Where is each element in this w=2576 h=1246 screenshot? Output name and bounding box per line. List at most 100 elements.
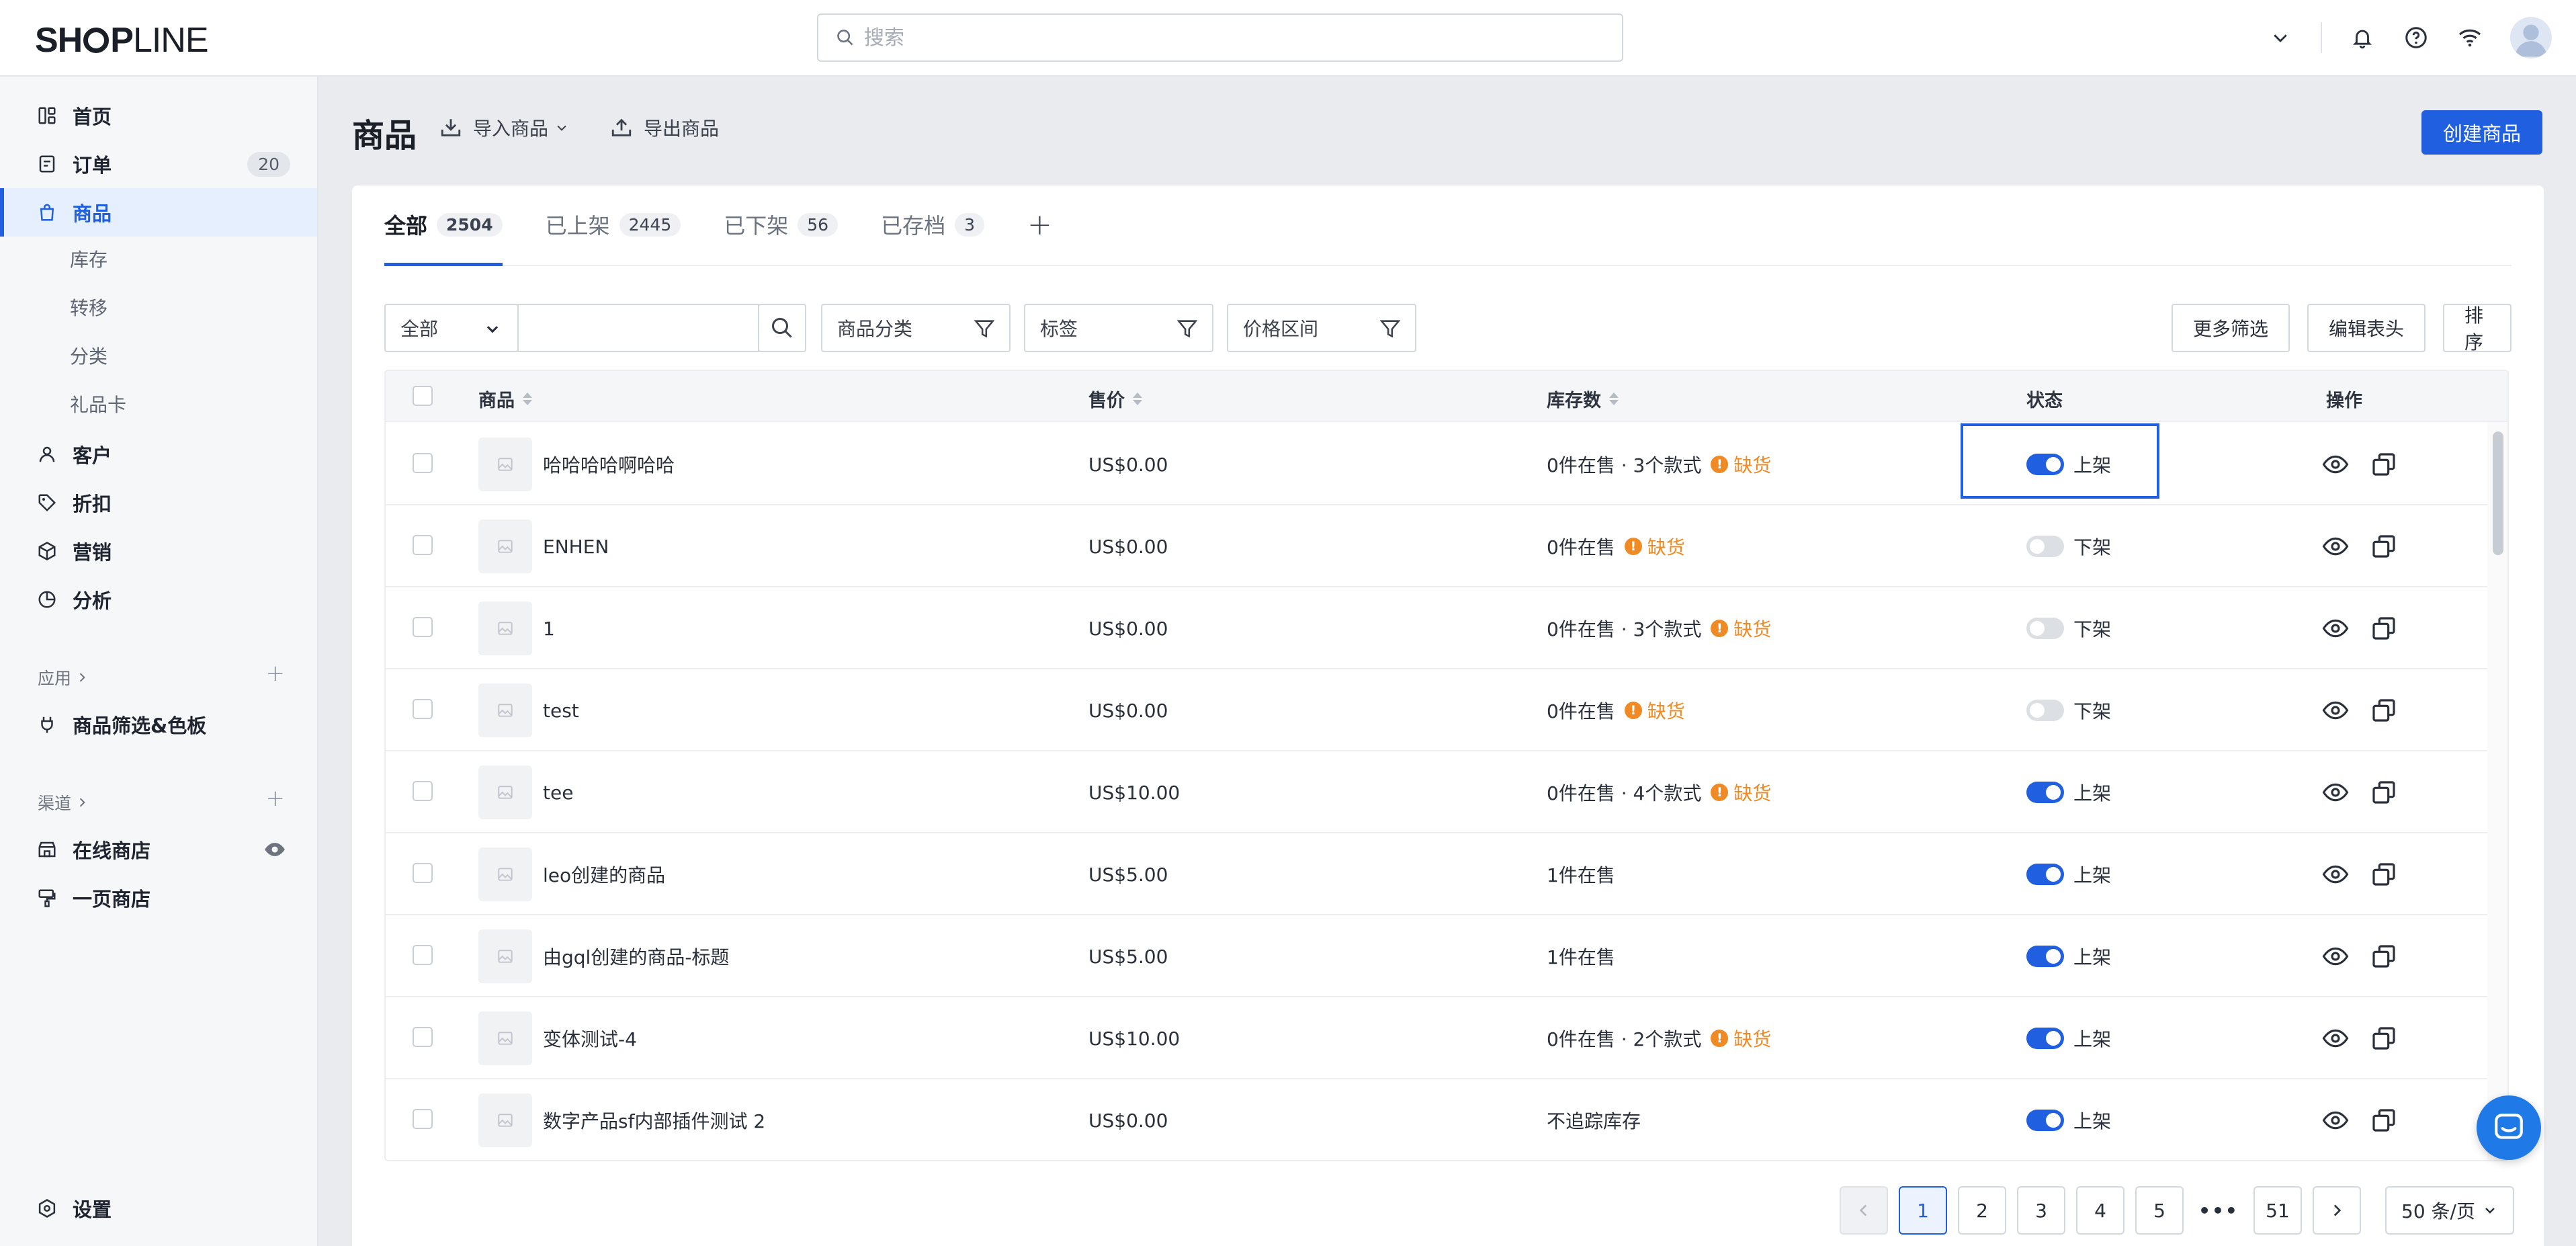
product-cell[interactable]: 哈哈哈哈啊哈哈	[478, 423, 675, 505]
duplicate-copy-icon[interactable]	[2370, 669, 2397, 751]
tab-unpublished[interactable]: 已下架 56	[724, 184, 839, 265]
preview-eye-icon[interactable]	[2322, 915, 2349, 997]
preview-eye-icon[interactable]	[2322, 833, 2349, 915]
price-range-filter[interactable]: 价格区间	[1227, 304, 1416, 352]
column-stock[interactable]: 库存数	[1547, 386, 1619, 412]
add-channel-plus-icon[interactable]: +	[266, 785, 286, 812]
product-cell[interactable]: 由gql创建的商品-标题	[478, 915, 729, 997]
search-input[interactable]	[864, 26, 1603, 50]
preview-eye-icon[interactable]	[2322, 423, 2349, 505]
page-2[interactable]: 2	[1958, 1186, 2006, 1235]
page-1[interactable]: 1	[1899, 1186, 1947, 1235]
user-avatar[interactable]	[2510, 17, 2552, 58]
row-checkbox[interactable]	[413, 781, 433, 801]
row-checkbox[interactable]	[413, 945, 433, 965]
sidebar-subitem-categories[interactable]: 分类	[70, 342, 108, 369]
next-page-button[interactable]	[2313, 1186, 2361, 1235]
table-row[interactable]: 由gql创建的商品-标题 US$5.00 1件在售 上架	[386, 915, 2489, 997]
product-name[interactable]: 哈哈哈哈啊哈哈	[543, 451, 675, 478]
bell-icon[interactable]	[2335, 11, 2389, 65]
sort-button[interactable]: 排序	[2443, 304, 2511, 354]
status-toggle[interactable]	[2026, 1110, 2064, 1131]
table-row[interactable]: 数字产品sf内部插件测试 2 US$0.00 不追踪库存 上架	[386, 1079, 2489, 1160]
sidebar-subitem-transfers[interactable]: 转移	[70, 294, 108, 321]
table-row[interactable]: tee US$10.00 0件在售 · 4个款式! 缺货 上架	[386, 751, 2489, 833]
sidebar-item-marketing[interactable]: 营销	[0, 527, 317, 575]
tab-all[interactable]: 全部 2504	[384, 184, 503, 266]
product-name[interactable]: 由gql创建的商品-标题	[543, 943, 729, 970]
product-name[interactable]: 变体测试-4	[543, 1025, 637, 1052]
tag-filter[interactable]: 标签	[1024, 304, 1213, 352]
product-name[interactable]: leo创建的商品	[543, 861, 665, 888]
add-tab-plus-icon[interactable]: +	[1027, 184, 1052, 265]
sidebar-item-analytics[interactable]: 分析	[0, 575, 317, 624]
import-products-button[interactable]: 导入商品	[439, 114, 568, 141]
preview-eye-icon[interactable]	[2322, 751, 2349, 833]
global-search[interactable]	[817, 13, 1623, 62]
row-checkbox[interactable]	[413, 453, 433, 473]
duplicate-copy-icon[interactable]	[2370, 751, 2397, 833]
search-scope-select[interactable]: 全部	[384, 304, 519, 352]
preview-eye-icon[interactable]	[2322, 669, 2349, 751]
duplicate-copy-icon[interactable]	[2370, 1079, 2397, 1160]
product-cell[interactable]: ENHEN	[478, 505, 609, 587]
row-checkbox[interactable]	[413, 1027, 433, 1047]
page-5[interactable]: 5	[2135, 1186, 2184, 1235]
page-size-select[interactable]: 50 条/页	[2385, 1186, 2514, 1235]
product-name[interactable]: tee	[543, 782, 573, 804]
table-row[interactable]: 变体测试-4 US$10.00 0件在售 · 2个款式! 缺货 上架	[386, 997, 2489, 1079]
preview-eye-icon[interactable]	[2322, 587, 2349, 669]
create-product-button[interactable]: 创建商品	[2421, 110, 2542, 155]
column-price[interactable]: 售价	[1088, 386, 1142, 412]
product-name[interactable]: 1	[543, 618, 555, 640]
row-checkbox[interactable]	[413, 535, 433, 555]
product-cell[interactable]: 变体测试-4	[478, 997, 637, 1079]
product-search-field[interactable]	[517, 304, 759, 352]
duplicate-copy-icon[interactable]	[2370, 505, 2397, 587]
edit-columns-button[interactable]: 编辑表头	[2307, 304, 2426, 352]
table-row[interactable]: test US$0.00 0件在售! 缺货 下架	[386, 669, 2489, 751]
sidebar-item-settings[interactable]: 设置	[0, 1184, 317, 1233]
sidebar-item-one-page-store[interactable]: 一页商店	[0, 874, 317, 922]
sidebar-item-app-filter[interactable]: 商品筛选&色板	[0, 700, 317, 749]
status-toggle[interactable]	[2026, 946, 2064, 967]
search-button[interactable]	[758, 304, 806, 352]
product-cell[interactable]: leo创建的商品	[478, 833, 665, 915]
table-scrollbar-thumb[interactable]	[2493, 431, 2503, 555]
page-3[interactable]: 3	[2017, 1186, 2065, 1235]
tab-published[interactable]: 已上架 2445	[546, 184, 681, 265]
status-toggle[interactable]	[2026, 700, 2064, 721]
preview-eye-icon[interactable]	[2322, 997, 2349, 1079]
product-cell[interactable]: 数字产品sf内部插件测试 2	[478, 1079, 765, 1160]
sidebar-item-discounts[interactable]: 折扣	[0, 479, 317, 527]
sidebar-subitem-inventory[interactable]: 库存	[70, 245, 108, 272]
shopline-logo[interactable]: SH P LINE	[35, 20, 209, 60]
sidebar-item-customers[interactable]: 客户	[0, 430, 317, 479]
duplicate-copy-icon[interactable]	[2370, 833, 2397, 915]
tab-archived[interactable]: 已存档 3	[881, 184, 984, 265]
table-row[interactable]: 1 US$0.00 0件在售 · 3个款式! 缺货 下架	[386, 587, 2489, 669]
preview-eye-icon[interactable]	[2322, 1079, 2349, 1160]
duplicate-copy-icon[interactable]	[2370, 423, 2397, 505]
chat-support-button[interactable]	[2477, 1095, 2541, 1160]
sidebar-subitem-gift-cards[interactable]: 礼品卡	[70, 390, 126, 417]
more-filters-button[interactable]: 更多筛选	[2172, 304, 2290, 352]
page-last[interactable]: 51	[2253, 1186, 2302, 1235]
apps-section-label[interactable]: 应用	[38, 665, 89, 690]
duplicate-copy-icon[interactable]	[2370, 587, 2397, 669]
sidebar-item-products[interactable]: 商品	[0, 188, 317, 237]
product-cell[interactable]: tee	[478, 751, 573, 833]
select-all-checkbox[interactable]	[413, 386, 433, 406]
row-checkbox[interactable]	[413, 863, 433, 883]
wifi-icon[interactable]	[2443, 11, 2497, 65]
row-checkbox[interactable]	[413, 699, 433, 719]
product-name[interactable]: 数字产品sf内部插件测试 2	[543, 1107, 765, 1134]
row-checkbox[interactable]	[413, 617, 433, 637]
status-toggle[interactable]	[2026, 864, 2064, 885]
category-filter[interactable]: 商品分类	[821, 304, 1011, 352]
column-product[interactable]: 商品	[478, 386, 532, 412]
channels-section-label[interactable]: 渠道	[38, 790, 89, 815]
product-name[interactable]: test	[543, 700, 579, 722]
help-icon[interactable]	[2389, 11, 2443, 65]
product-name[interactable]: ENHEN	[543, 536, 609, 558]
